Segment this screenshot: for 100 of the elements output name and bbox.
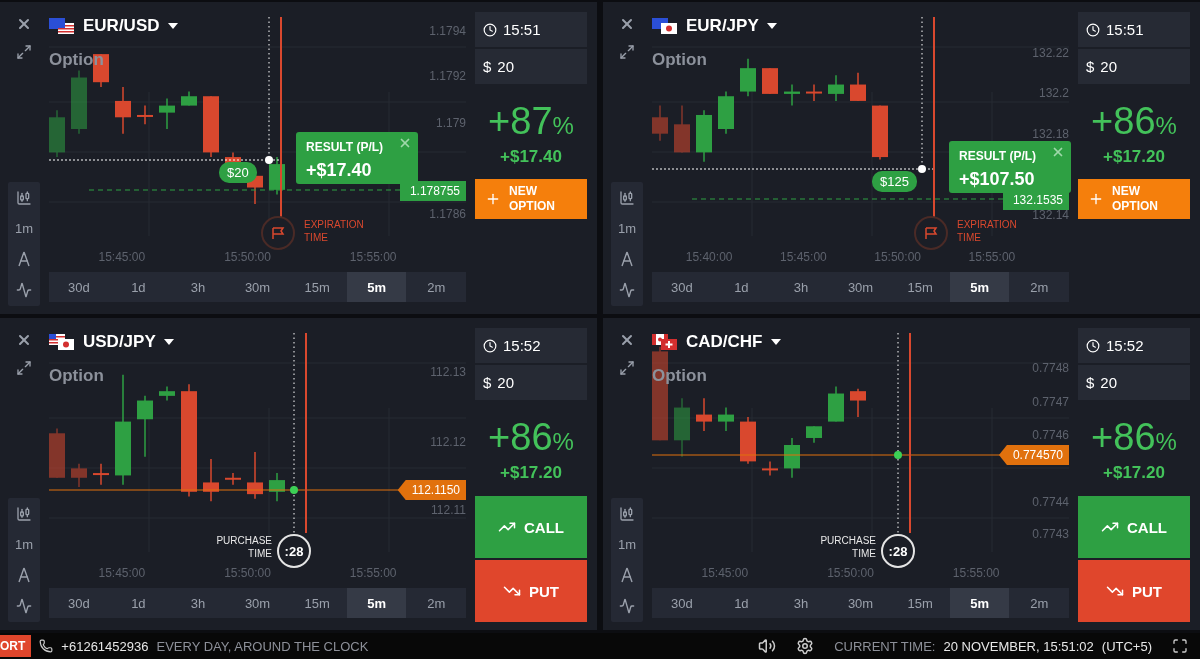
time-label: 15:50:00 [224,566,271,580]
timeframe-tab[interactable]: 1d [108,588,169,618]
candlestick-icon[interactable] [619,505,635,522]
caret-icon[interactable] [770,339,781,345]
timeframe-tab[interactable]: 2m [406,272,467,302]
interval-button[interactable]: 1m [617,536,637,552]
interval-button[interactable]: 1m [617,220,637,236]
timeframe-tab[interactable]: 30m [227,588,288,618]
expiry-time-field[interactable]: 15:52 [475,328,587,363]
caret-icon[interactable] [167,23,178,29]
expiry-time-field[interactable]: 15:51 [475,12,587,47]
put-button[interactable]: PUT [1078,560,1190,622]
close-icon[interactable] [16,332,32,348]
timeframe-tab[interactable]: 2m [406,588,467,618]
timeframe-tab[interactable]: 5m [346,272,407,302]
price-label: 112.11 [431,503,466,517]
timeframe-tab[interactable]: 5m [949,588,1010,618]
amount-field[interactable]: $ 20 [1078,365,1190,400]
payout-percent: +87% [487,100,575,143]
close-icon[interactable] [619,332,635,348]
indicator-icon[interactable] [619,282,635,299]
option-label: Option [49,366,104,386]
expiry-time-field[interactable]: 15:52 [1078,328,1190,363]
time-label: 15:55:00 [349,566,397,580]
timeframe-tab[interactable]: 30m [830,272,891,302]
expiry-time-field[interactable]: 15:51 [1078,12,1190,47]
timeframe-tab[interactable]: 15m [890,588,950,618]
support-button[interactable]: ORT [0,635,32,657]
timeframe-tab[interactable]: 1d [108,272,169,302]
fullscreen-icon[interactable] [1172,638,1188,654]
candle [247,451,263,500]
payout-percent: +86% [1090,416,1178,459]
timeframe-tab[interactable]: 30d [49,588,109,618]
caret-icon[interactable] [163,339,174,345]
timeframe-tab[interactable]: 1d [711,588,772,618]
close-icon[interactable] [619,16,635,32]
timeframe-tab[interactable]: 3h [168,272,228,302]
timeframe-tab[interactable]: 15m [287,588,347,618]
time-label: 15:45:00 [780,250,827,264]
candle [181,90,197,107]
candle [784,83,800,107]
price-label: 112.13 [430,365,466,379]
timeframe-tab[interactable]: 30m [830,588,891,618]
settings-icon[interactable] [796,637,815,655]
timeframe-tab[interactable]: 5m [346,588,407,618]
expand-icon[interactable] [16,44,32,60]
timeframe-tab[interactable]: 15m [890,272,950,302]
sound-icon[interactable] [758,637,777,655]
timeframe-tab[interactable]: 30m [227,272,288,302]
candle [93,462,109,486]
clock-icon [1086,22,1100,37]
result-value: +$17.40 [306,160,372,181]
caret-icon[interactable] [766,23,777,29]
indicator-icon[interactable] [619,598,635,615]
timeframe-tab[interactable]: 3h [771,588,831,618]
bet-badge: $125 [872,171,917,192]
timeframe-tab[interactable]: 3h [168,588,228,618]
candlestick-icon[interactable] [16,189,32,206]
price-tag: 0.774570 [998,445,1069,465]
amount-field[interactable]: $ 20 [475,49,587,84]
interval-button[interactable]: 1m [14,220,34,236]
price-label: 112.12 [430,435,466,449]
timeframe-tab[interactable]: 30d [49,272,109,302]
timeframe-tab[interactable]: 3h [771,272,831,302]
flags-icon [652,18,678,34]
interval-button[interactable]: 1m [14,536,34,552]
profit-amount: +$17.20 [499,463,563,483]
candle [696,397,712,432]
timeframe-tab[interactable]: 15m [287,272,347,302]
candlestick-icon[interactable] [619,189,635,206]
asset-selector[interactable]: EUR/JPY [686,16,759,36]
candle [159,385,175,402]
asset-selector[interactable]: EUR/USD [83,16,160,36]
time-label: 15:40:00 [685,250,733,264]
timeframe-tab[interactable]: 2m [1009,588,1070,618]
timeframe-tab[interactable]: 30d [652,588,712,618]
call-button[interactable]: CALL [475,496,587,558]
asset-selector[interactable]: USD/JPY [83,332,156,352]
price-label: 132.2 [1038,86,1069,100]
time-label: 15:50:00 [827,566,874,580]
indicator-icon[interactable] [16,282,32,299]
amount-field[interactable]: $ 20 [475,365,587,400]
expand-icon[interactable] [16,360,32,376]
close-icon[interactable] [16,16,32,32]
timeframe-tab[interactable]: 2m [1009,272,1070,302]
candlestick-icon[interactable] [16,505,32,522]
put-button[interactable]: PUT [475,560,587,622]
price-label: 132.22 [1032,46,1069,60]
price-label: 0.7746 [1032,428,1069,442]
timeframe-tab[interactable]: 1d [711,272,772,302]
expand-icon[interactable] [619,44,635,60]
call-button[interactable]: CALL [1078,496,1190,558]
indicator-icon[interactable] [16,598,32,615]
result-value: +$107.50 [959,169,1035,190]
plus-icon [1088,191,1104,207]
asset-selector[interactable]: CAD/CHF [686,332,763,352]
timeframe-tab[interactable]: 30d [652,272,712,302]
expand-icon[interactable] [619,360,635,376]
amount-field[interactable]: $ 20 [1078,49,1190,84]
timeframe-tab[interactable]: 5m [949,272,1010,302]
